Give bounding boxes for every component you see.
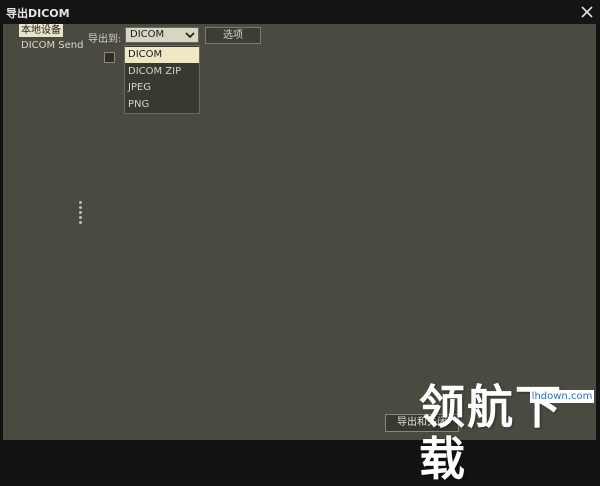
sidebar-item-label: DICOM Send — [21, 40, 84, 51]
splitter-dot — [79, 201, 82, 204]
dialog-body: 本地设备 DICOM Send 导出到: DICOM 选项 DICOM DICO… — [3, 24, 596, 440]
title-bar: 导出DICOM — [0, 0, 600, 24]
dropdown-option-png[interactable]: PNG — [125, 97, 199, 113]
export-format-value: DICOM — [130, 29, 165, 40]
splitter-dot — [79, 221, 82, 224]
panel-splitter-handle[interactable] — [79, 201, 83, 227]
window-title: 导出DICOM — [6, 7, 70, 20]
chevron-down-icon — [185, 31, 195, 39]
options-button[interactable]: 选项 — [205, 27, 261, 44]
sidebar-item-local-device[interactable]: 本地设备 — [19, 24, 63, 37]
export-format-select[interactable]: DICOM — [125, 27, 199, 43]
export-to-label: 导出到: — [88, 34, 122, 45]
dropdown-option-jpeg[interactable]: JPEG — [125, 80, 199, 96]
splitter-dot — [79, 216, 82, 219]
splitter-dot — [79, 211, 82, 214]
sidebar-item-label: 本地设备 — [21, 25, 61, 36]
close-icon[interactable] — [580, 5, 594, 19]
sidebar-item-dicom-send[interactable]: DICOM Send — [19, 39, 86, 52]
dropdown-option-dicom[interactable]: DICOM — [125, 47, 199, 63]
dropdown-option-dicom-zip[interactable]: DICOM ZIP — [125, 64, 199, 80]
export-option-checkbox[interactable] — [104, 52, 115, 63]
export-format-dropdown-list: DICOM DICOM ZIP JPEG PNG — [124, 45, 200, 114]
splitter-dot — [79, 206, 82, 209]
watermark-url: lhdown.com — [530, 390, 594, 403]
